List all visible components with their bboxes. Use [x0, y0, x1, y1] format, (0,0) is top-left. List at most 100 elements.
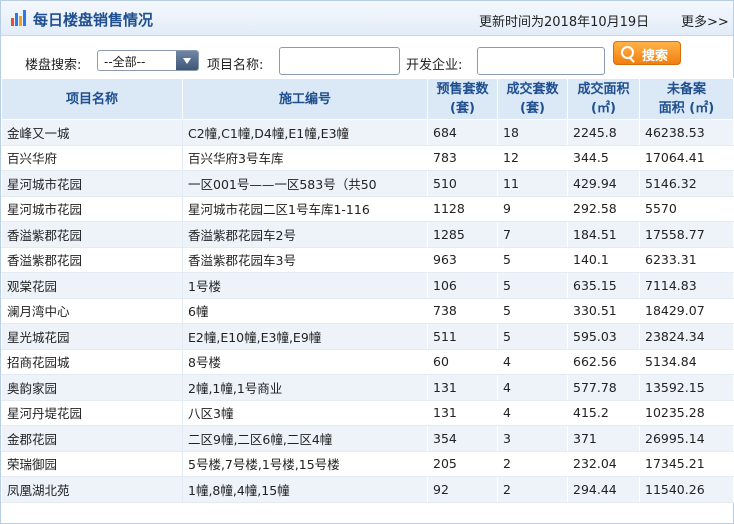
table-cell: 7114.83 [639, 272, 734, 299]
table-cell: 354 [427, 425, 498, 452]
table-row[interactable]: 星河丹堤花园 八区3幢 131 4 415.2 10235.28 [1, 399, 734, 426]
table-cell: 92 [427, 476, 498, 503]
table-cell: 5134.84 [639, 348, 734, 375]
table-cell[interactable]: 星河城市花园 [1, 195, 183, 222]
table-cell[interactable]: 香溢紫郡花园 [1, 221, 183, 248]
table-cell: 5 [497, 323, 568, 350]
table-row[interactable]: 澜月湾中心 6幢 738 5 330.51 18429.07 [1, 297, 734, 324]
table-cell: 635.15 [567, 272, 640, 299]
table-cell: 292.58 [567, 195, 640, 222]
search-button[interactable]: 搜索 [613, 41, 681, 65]
table-row[interactable]: 香溢紫郡花园 香溢紫郡花园车2号 1285 7 184.51 17558.77 [1, 221, 734, 248]
chevron-down-icon[interactable] [176, 51, 198, 70]
table-cell: 106 [427, 272, 498, 299]
table-cell: 18 [497, 119, 568, 146]
table-row[interactable]: 招商花园城 8号楼 60 4 662.56 5134.84 [1, 348, 734, 375]
table-cell[interactable]: 金峰又一城 [1, 119, 183, 146]
table-cell: 5570 [639, 195, 734, 222]
table-header-row: 项目名称 施工编号 预售套数 (套) 成交套数 (套) 成交面积 (㎡) 未备案 面积 … [1, 78, 734, 120]
table-cell[interactable]: 星河城市花园 [1, 170, 183, 197]
table-cell: 184.51 [567, 221, 640, 248]
table-cell[interactable]: 荣瑞御园 [1, 450, 183, 477]
table-cell: 131 [427, 374, 498, 401]
magnifier-icon [621, 46, 634, 59]
update-time: 更新时间为2018年10月19日 [479, 15, 650, 30]
table-cell: 5 [497, 246, 568, 273]
table-cell[interactable]: 百兴华府 [1, 144, 183, 171]
project-name-input[interactable] [279, 47, 400, 75]
col-header-build-no: 施工编号 [182, 78, 428, 120]
table-cell: 18429.07 [639, 297, 734, 324]
table-cell[interactable]: 凤凰湖北苑 [1, 476, 183, 503]
table-cell: 783 [427, 144, 498, 171]
table-row[interactable]: 星河城市花园 星河城市花园二区1号车库1-116 1128 9 292.58 5570 [1, 195, 734, 222]
table-cell: 1号楼 [182, 272, 428, 299]
table-cell: 577.78 [567, 374, 640, 401]
table-cell: 963 [427, 246, 498, 273]
table-row[interactable]: 百兴华府 百兴华府3号车库 783 12 344.5 17064.41 [1, 144, 734, 171]
table-row[interactable]: 观棠花园 1号楼 106 5 635.15 7114.83 [1, 272, 734, 299]
table-cell: 6幢 [182, 297, 428, 324]
table-cell: 2245.8 [567, 119, 640, 146]
table-row[interactable]: 荣瑞御园 5号楼,7号楼,1号楼,15号楼 205 2 232.04 17345.21 [1, 450, 734, 477]
table-cell: 5146.32 [639, 170, 734, 197]
table-cell: 11540.26 [639, 476, 734, 503]
table-cell: 46238.53 [639, 119, 734, 146]
table-row[interactable]: 凤凰湖北苑 1幢,8幢,4幢,15幢 92 2 294.44 11540.26 [1, 476, 734, 503]
table-cell: 23824.34 [639, 323, 734, 350]
table-cell[interactable]: 香溢紫郡花园 [1, 246, 183, 273]
table-cell: 371 [567, 425, 640, 452]
sales-table: 项目名称 施工编号 预售套数 (套) 成交套数 (套) 成交面积 (㎡) 未备案 面积 … [1, 78, 734, 503]
table-cell[interactable]: 星光城花园 [1, 323, 183, 350]
table-cell: 330.51 [567, 297, 640, 324]
header-bar: 每日楼盘销售情况 更新时间为2018年10月19日 更多>> [1, 1, 733, 36]
table-cell: 60 [427, 348, 498, 375]
table-cell: 131 [427, 399, 498, 426]
table-row[interactable]: 金郡花园 二区9幢,二区6幢,二区4幢 354 3 371 26995.14 [1, 425, 734, 452]
table-cell[interactable]: 星河丹堤花园 [1, 399, 183, 426]
table-cell: 232.04 [567, 450, 640, 477]
table-cell: 一区001号——一区583号（共50 [182, 170, 428, 197]
table-cell: 140.1 [567, 246, 640, 273]
col-header-unfiled: 未备案 面积 (㎡) [639, 78, 734, 120]
table-cell[interactable]: 澜月湾中心 [1, 297, 183, 324]
table-cell[interactable]: 奥韵家园 [1, 374, 183, 401]
table-cell: 7 [497, 221, 568, 248]
table-cell: 4 [497, 399, 568, 426]
table-cell: 2幢,1幢,1号商业 [182, 374, 428, 401]
table-cell: 294.44 [567, 476, 640, 503]
page-title: 每日楼盘销售情况 [33, 11, 154, 29]
property-search-label: 楼盘搜索: [25, 58, 82, 73]
table-cell: 17064.41 [639, 144, 734, 171]
table-cell[interactable]: 招商花园城 [1, 348, 183, 375]
table-row[interactable]: 星光城花园 E2幢,E10幢,E3幢,E9幢 511 5 595.03 23824.34 [1, 323, 734, 350]
table-row[interactable]: 星河城市花园 一区001号——一区583号（共50 510 11 429.94 5146.… [1, 170, 734, 197]
table-cell: E2幢,E10幢,E3幢,E9幢 [182, 323, 428, 350]
table-cell: 8号楼 [182, 348, 428, 375]
table-cell: 13592.15 [639, 374, 734, 401]
table-cell: 1幢,8幢,4幢,15幢 [182, 476, 428, 503]
table-cell: 429.94 [567, 170, 640, 197]
table-cell: 八区3幢 [182, 399, 428, 426]
property-select[interactable]: --全部-- [97, 50, 199, 71]
table-cell: 684 [427, 119, 498, 146]
table-cell: 5号楼,7号楼,1号楼,15号楼 [182, 450, 428, 477]
table-cell: 10235.28 [639, 399, 734, 426]
table-cell: 510 [427, 170, 498, 197]
table-cell: 9 [497, 195, 568, 222]
table-cell[interactable]: 观棠花园 [1, 272, 183, 299]
table-cell[interactable]: 金郡花园 [1, 425, 183, 452]
developer-input[interactable] [477, 47, 605, 75]
table-row[interactable]: 香溢紫郡花园 香溢紫郡花园车3号 963 5 140.1 6233.31 [1, 246, 734, 273]
table-cell: 香溢紫郡花园车2号 [182, 221, 428, 248]
table-row[interactable]: 金峰又一城 C2幢,C1幢,D4幢,E1幢,E3幢 684 18 2245.8 46238… [1, 119, 734, 146]
table-cell: 415.2 [567, 399, 640, 426]
table-cell: 662.56 [567, 348, 640, 375]
col-header-presale: 预售套数 (套) [427, 78, 498, 120]
table-cell: 二区9幢,二区6幢,二区4幢 [182, 425, 428, 452]
table-cell: 738 [427, 297, 498, 324]
table-cell: 2 [497, 450, 568, 477]
table-cell: C2幢,C1幢,D4幢,E1幢,E3幢 [182, 119, 428, 146]
table-row[interactable]: 奥韵家园 2幢,1幢,1号商业 131 4 577.78 13592.15 [1, 374, 734, 401]
more-link[interactable]: 更多>> [681, 11, 729, 30]
